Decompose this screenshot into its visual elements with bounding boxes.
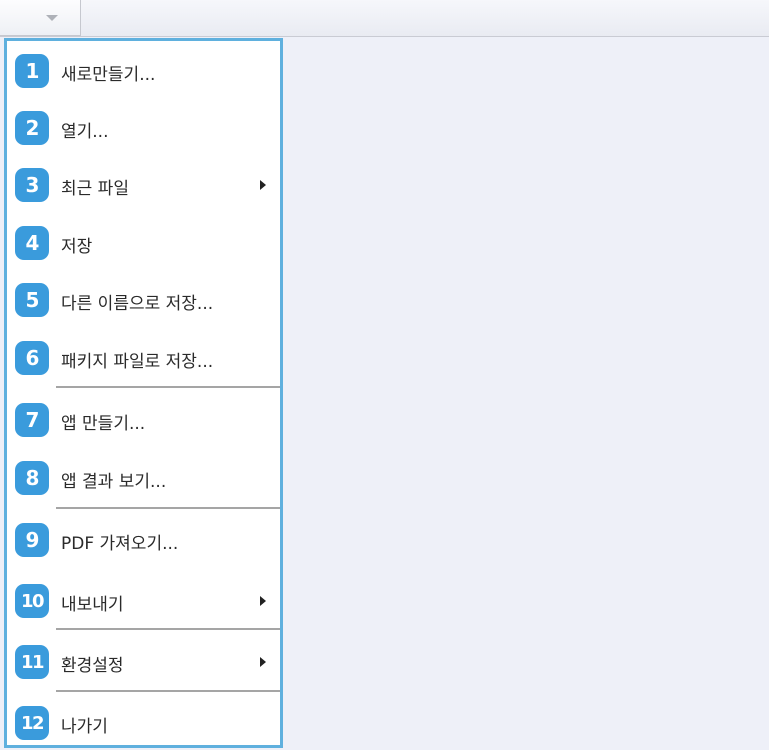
- number-badge: 1: [15, 54, 49, 88]
- menu-separator: [56, 386, 280, 388]
- menu-item-save-package[interactable]: 6 패키지 파일로 저장...: [7, 335, 280, 381]
- workspace-area: [284, 37, 769, 750]
- menu-item-label: 열기...: [61, 122, 109, 142]
- chevron-right-icon: [260, 657, 266, 667]
- menu-item-make-app[interactable]: 7 앱 만들기...: [7, 397, 280, 443]
- menu-item-label: 앱 결과 보기...: [61, 472, 167, 492]
- number-badge: 2: [15, 111, 49, 145]
- menu-separator: [56, 507, 280, 509]
- menu-item-view-app-result[interactable]: 8 앱 결과 보기...: [7, 455, 280, 501]
- number-badge: 6: [15, 341, 49, 375]
- menu-item-new[interactable]: 1 새로만들기...: [7, 48, 280, 94]
- number-badge: 11: [15, 645, 49, 679]
- menu-item-preferences[interactable]: 11 환경설정: [7, 639, 280, 685]
- top-toolbar: [0, 0, 769, 37]
- menu-item-save[interactable]: 4 저장: [7, 220, 280, 266]
- menu-separator: [56, 628, 280, 630]
- menu-item-label: 최근 파일: [61, 179, 129, 199]
- menu-item-exit[interactable]: 12 나가기: [7, 700, 280, 746]
- menu-item-import-pdf[interactable]: 9 PDF 가져오기...: [7, 517, 280, 563]
- number-badge: 10: [15, 584, 49, 618]
- number-badge: 5: [15, 283, 49, 317]
- number-badge: 4: [15, 226, 49, 260]
- chevron-down-icon: [46, 15, 58, 21]
- chevron-right-icon: [260, 180, 266, 190]
- number-badge: 9: [15, 523, 49, 557]
- menu-item-label: 다른 이름으로 저장...: [61, 294, 214, 314]
- chevron-right-icon: [260, 596, 266, 606]
- menu-item-open[interactable]: 2 열기...: [7, 105, 280, 151]
- file-menu-panel: 1 새로만들기... 2 열기... 3 최근 파일 4 저장 5 다른 이름으…: [4, 38, 283, 748]
- number-badge: 7: [15, 403, 49, 437]
- menu-item-label: 앱 만들기...: [61, 414, 146, 434]
- menu-item-label: PDF 가져오기...: [61, 534, 179, 554]
- menu-separator: [56, 690, 280, 692]
- menu-item-export[interactable]: 10 내보내기: [7, 578, 280, 624]
- menu-item-label: 패키지 파일로 저장...: [61, 352, 214, 372]
- number-badge: 12: [15, 706, 49, 740]
- menu-item-save-as[interactable]: 5 다른 이름으로 저장...: [7, 277, 280, 323]
- number-badge: 8: [15, 461, 49, 495]
- menu-item-label: 저장: [61, 237, 93, 257]
- number-badge: 3: [15, 168, 49, 202]
- menu-item-label: 새로만들기...: [61, 65, 156, 85]
- menu-item-recent-files[interactable]: 3 최근 파일: [7, 162, 280, 208]
- file-menu-button[interactable]: [0, 0, 81, 36]
- menu-item-label: 나가기: [61, 717, 108, 737]
- menu-item-label: 환경설정: [61, 656, 124, 676]
- menu-item-label: 내보내기: [61, 595, 124, 615]
